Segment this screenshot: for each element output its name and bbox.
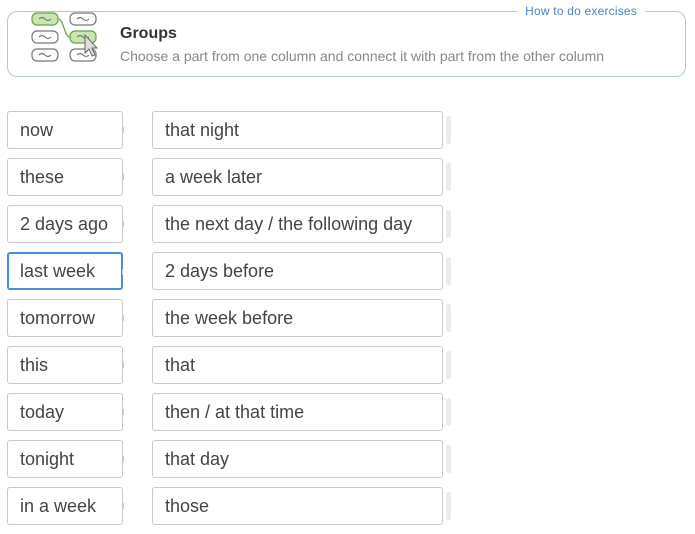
drag-handle[interactable] [446,163,451,191]
left-item[interactable]: now [7,111,128,149]
left-item[interactable]: tomorrow [7,299,128,337]
right-item-label: that night [165,120,240,140]
instructions-panel: How to do exercises Groups Choose a part… [7,3,686,77]
right-item[interactable]: that night [152,111,451,149]
right-item-label: the next day / the following day [165,214,413,234]
right-column: that night a week later the next day / t… [152,111,451,534]
left-item-label: in a week [20,496,97,516]
left-item[interactable]: today [7,393,128,431]
left-item-label: this [20,355,49,375]
connector-nub [122,269,127,275]
right-item[interactable]: 2 days before [152,252,451,290]
right-item-label: a week later [165,167,263,187]
right-item[interactable]: the next day / the following day [152,205,451,243]
left-item-label: 2 days ago [20,214,109,234]
left-item[interactable]: this [7,346,128,384]
connector-nub [123,174,128,180]
left-item[interactable]: 2 days ago [7,205,128,243]
right-item[interactable]: that day [152,440,451,478]
left-item-label: today [20,402,65,422]
drag-handle[interactable] [446,398,451,426]
connector-nub [123,127,128,133]
connector-nub [123,221,128,227]
right-item-label: the week before [165,308,294,328]
drag-handle[interactable] [446,351,451,379]
left-item-label: these [20,167,65,187]
connector-nub [123,456,128,462]
groups-exercise-icon [31,12,99,62]
exercise-title: Groups [120,25,177,42]
connector-nub [123,315,128,321]
how-to-do-exercises-link[interactable]: How to do exercises [517,3,645,19]
exercise-instructions-text: Choose a part from one column and connec… [120,48,605,64]
connector-nub [123,362,128,368]
drag-handle[interactable] [446,257,451,285]
right-item-label: those [165,496,210,516]
left-item[interactable]: these [7,158,128,196]
left-item[interactable]: in a week [7,487,128,525]
drag-handle[interactable] [446,116,451,144]
drag-handle[interactable] [446,492,451,520]
drag-handle[interactable] [446,445,451,473]
connector-nub [123,503,128,509]
connector-nub [123,409,128,415]
right-item-label: 2 days before [165,261,275,281]
left-item-label: last week [20,261,96,281]
right-item[interactable]: a week later [152,158,451,196]
drag-handle[interactable] [446,304,451,332]
left-item-label: tomorrow [20,308,96,328]
right-item[interactable]: the week before [152,299,451,337]
left-item-label: now [20,120,54,140]
right-item-label: then / at that time [165,402,305,422]
right-item-label: that day [165,449,230,469]
left-column: now these 2 days ago last week tomorrow … [7,111,128,534]
left-item-selected[interactable]: last week [7,252,127,290]
right-item[interactable]: that [152,346,451,384]
drag-handle[interactable] [446,210,451,238]
right-item[interactable]: then / at that time [152,393,451,431]
right-item[interactable]: those [152,487,451,525]
left-item-label: tonight [20,449,75,469]
left-item[interactable]: tonight [7,440,128,478]
right-item-label: that [165,355,196,375]
